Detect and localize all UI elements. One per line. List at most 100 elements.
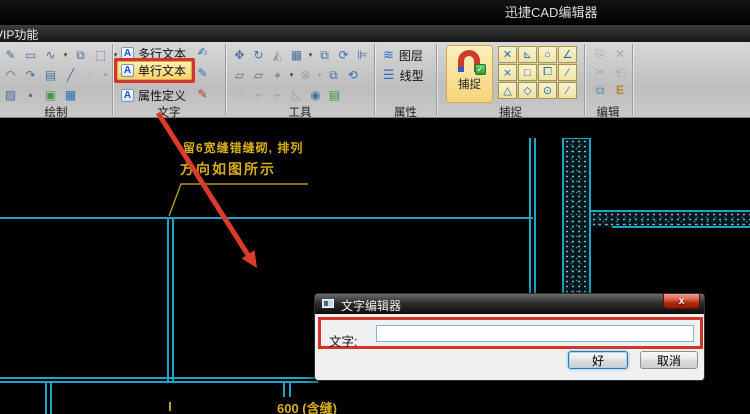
stretch-icon[interactable]: ▱ — [250, 67, 267, 83]
explode-icon[interactable]: ◉ — [307, 87, 324, 103]
cad-line — [534, 138, 536, 293]
dropdown-icon[interactable]: ▾ — [316, 67, 323, 83]
draw-image-icon[interactable]: ▣ — [42, 87, 59, 103]
cut-icon[interactable]: ✂ — [592, 64, 608, 80]
dropdown-icon[interactable]: ▾ — [62, 47, 69, 63]
draw-pencil-icon[interactable]: ✎ — [2, 47, 19, 63]
linetype-label: 线型 — [400, 67, 424, 84]
draw-arc-icon[interactable]: ◠ — [2, 67, 19, 83]
cad-line — [0, 377, 318, 379]
paste-special-icon[interactable]: ⎗ — [612, 64, 628, 80]
attribute-define-label: 属性定义 — [138, 87, 186, 104]
snap-endpoint-icon[interactable]: □ — [518, 64, 537, 81]
text-input[interactable] — [376, 325, 694, 342]
text-editor-dialog: 文字编辑器 x 文字: 好 取消 — [314, 293, 705, 381]
dropdown-icon[interactable]: ▾ — [288, 67, 295, 83]
mirror-icon[interactable]: ◭ — [269, 47, 286, 63]
ribbon-toolbar: ✎▭∿▾⧉⬚▾ ◠↷▤╱◌▾ ▨▪▣▦ 绘制 A 多行文本 A 单行文本 A 属… — [0, 42, 750, 118]
draw-line-icon[interactable]: ╱ — [62, 67, 79, 83]
linetype-button[interactable]: ☰ 线型 — [383, 67, 424, 83]
group-separator — [632, 44, 633, 115]
snap-parallel-icon[interactable]: ∕ — [558, 64, 577, 81]
single-line-text-button[interactable]: A 单行文本 — [117, 61, 192, 80]
paste-icon[interactable]: ⎘ — [592, 46, 608, 62]
cad-line — [529, 138, 531, 293]
rotate-icon[interactable]: ↻ — [250, 47, 267, 63]
cad-line — [45, 381, 47, 414]
edit-group-grid: ⎘✕✂⎗⧉E — [592, 46, 630, 98]
fillet-icon[interactable]: ⌐ — [269, 87, 286, 103]
cad-line — [612, 226, 750, 228]
snap-quadrant-icon[interactable]: ◇ — [518, 82, 537, 99]
draw-table-icon[interactable]: ▦ — [62, 87, 79, 103]
draw-hatch-icon[interactable]: ▨ — [2, 87, 19, 103]
app-window: 迅捷CAD编辑器 VIP功能 ✎▭∿▾⧉⬚▾ ◠↷▤╱◌▾ ▨▪▣▦ 绘制 A … — [0, 0, 750, 414]
cad-line — [283, 381, 285, 397]
window-title: 迅捷CAD编辑器 — [505, 0, 597, 25]
extend-icon[interactable]: ⌐ — [250, 87, 267, 103]
snap-intersection-icon[interactable]: ✕ — [498, 46, 517, 63]
edit-alert-icon[interactable]: E — [612, 82, 628, 98]
annotation-text-line2: 方向如图所示 — [180, 159, 276, 179]
rotate-copy-icon[interactable]: ⟳ — [335, 47, 352, 63]
text-field-label: 文字: — [329, 331, 357, 350]
draw-block-icon[interactable]: ▤ — [42, 67, 59, 83]
draw-spline-icon[interactable]: ↷ — [22, 67, 39, 83]
snap-midpoint-icon[interactable]: △ — [498, 82, 517, 99]
align-icon[interactable]: ⊫ — [354, 47, 371, 63]
cad-line — [0, 381, 318, 383]
draw-group-row1: ✎▭∿▾⧉⬚▾ — [2, 46, 119, 64]
copy-icon[interactable]: ⧉ — [316, 47, 333, 63]
snap-center-icon[interactable]: ○ — [538, 46, 557, 63]
snap-perpendicular-icon[interactable]: ⊾ — [518, 46, 537, 63]
layer-button[interactable]: ≋ 图层 — [383, 47, 423, 63]
cad-line — [0, 217, 533, 219]
ok-button[interactable]: 好 — [568, 351, 628, 369]
copy-icon[interactable]: ⧉ — [592, 82, 608, 98]
snap-toggle-button[interactable]: ✓ 捕捉 — [446, 45, 493, 103]
trim-icon[interactable]: ∙∙ — [231, 87, 248, 103]
array-icon[interactable]: ▦ — [288, 47, 305, 63]
draw-point-icon[interactable]: ▪ — [22, 87, 39, 103]
draw-rectangle-icon[interactable]: ▭ — [22, 47, 39, 63]
snap-node-icon[interactable]: ⊙ — [538, 82, 557, 99]
cancel-button[interactable]: 取消 — [640, 351, 698, 369]
annotation-text-line1: 留6宽缝错缝砌, 排列 — [183, 139, 303, 156]
edit-text-icon[interactable]: ✎ — [194, 65, 211, 81]
spell-check-icon[interactable]: ✍ — [194, 44, 211, 60]
draw-circle-icon[interactable]: ◌ — [82, 67, 99, 83]
close-button[interactable]: x — [663, 294, 700, 309]
delete-icon[interactable]: ✕ — [612, 46, 628, 62]
single-line-text-icon: A — [121, 64, 134, 77]
cad-line — [172, 217, 174, 381]
cad-line — [50, 381, 52, 414]
single-line-text-highlight-box: A 单行文本 — [114, 58, 195, 83]
revolve-icon[interactable]: ⟲ — [344, 67, 361, 83]
snap-apparent-intersection-icon[interactable]: ⨯ — [498, 64, 517, 81]
draw-polyline-icon[interactable]: ∿ — [42, 47, 59, 63]
snap-extension-icon[interactable]: ⧠ — [538, 64, 557, 81]
scale-icon[interactable]: ⌖ — [269, 67, 286, 83]
dialog-title-bar[interactable]: 文字编辑器 x — [315, 294, 704, 314]
draw-boundary-icon[interactable]: ⬚ — [92, 47, 109, 63]
dimension-text: 600 (含缝) — [277, 398, 337, 414]
menu-item-vip[interactable]: VIP功能 — [0, 26, 38, 43]
snap-mode-grid: ✕⊾○∠ ⨯□⧠∕ △◇⊙⁄ — [498, 46, 579, 99]
tools-group-row1: ✥↻◭▦▾⧉⟳⊫ — [231, 46, 371, 64]
attribute-define-button[interactable]: A 属性定义 — [121, 87, 186, 104]
snap-angle-icon[interactable]: ∠ — [558, 46, 577, 63]
edit-attribute-icon[interactable]: ✎ — [194, 86, 211, 102]
draw-region-icon[interactable]: ⧉ — [72, 47, 89, 63]
chamfer-icon[interactable]: ◺ — [288, 87, 305, 103]
dialog-window-icon — [322, 299, 334, 308]
cad-line — [167, 217, 169, 381]
dropdown-icon[interactable]: ▾ — [307, 47, 314, 63]
snap-nearest-icon[interactable]: ⁄ — [558, 82, 577, 99]
dropdown-icon[interactable]: ▾ — [102, 67, 109, 83]
offset-icon[interactable]: ⧉ — [325, 67, 342, 83]
move-icon[interactable]: ✥ — [231, 47, 248, 63]
erase-icon[interactable]: ▱ — [231, 67, 248, 83]
layer-tools-icon[interactable]: ▤ — [326, 87, 343, 103]
single-line-text-label: 单行文本 — [138, 62, 186, 79]
break-icon[interactable]: ⊗ — [297, 67, 314, 83]
